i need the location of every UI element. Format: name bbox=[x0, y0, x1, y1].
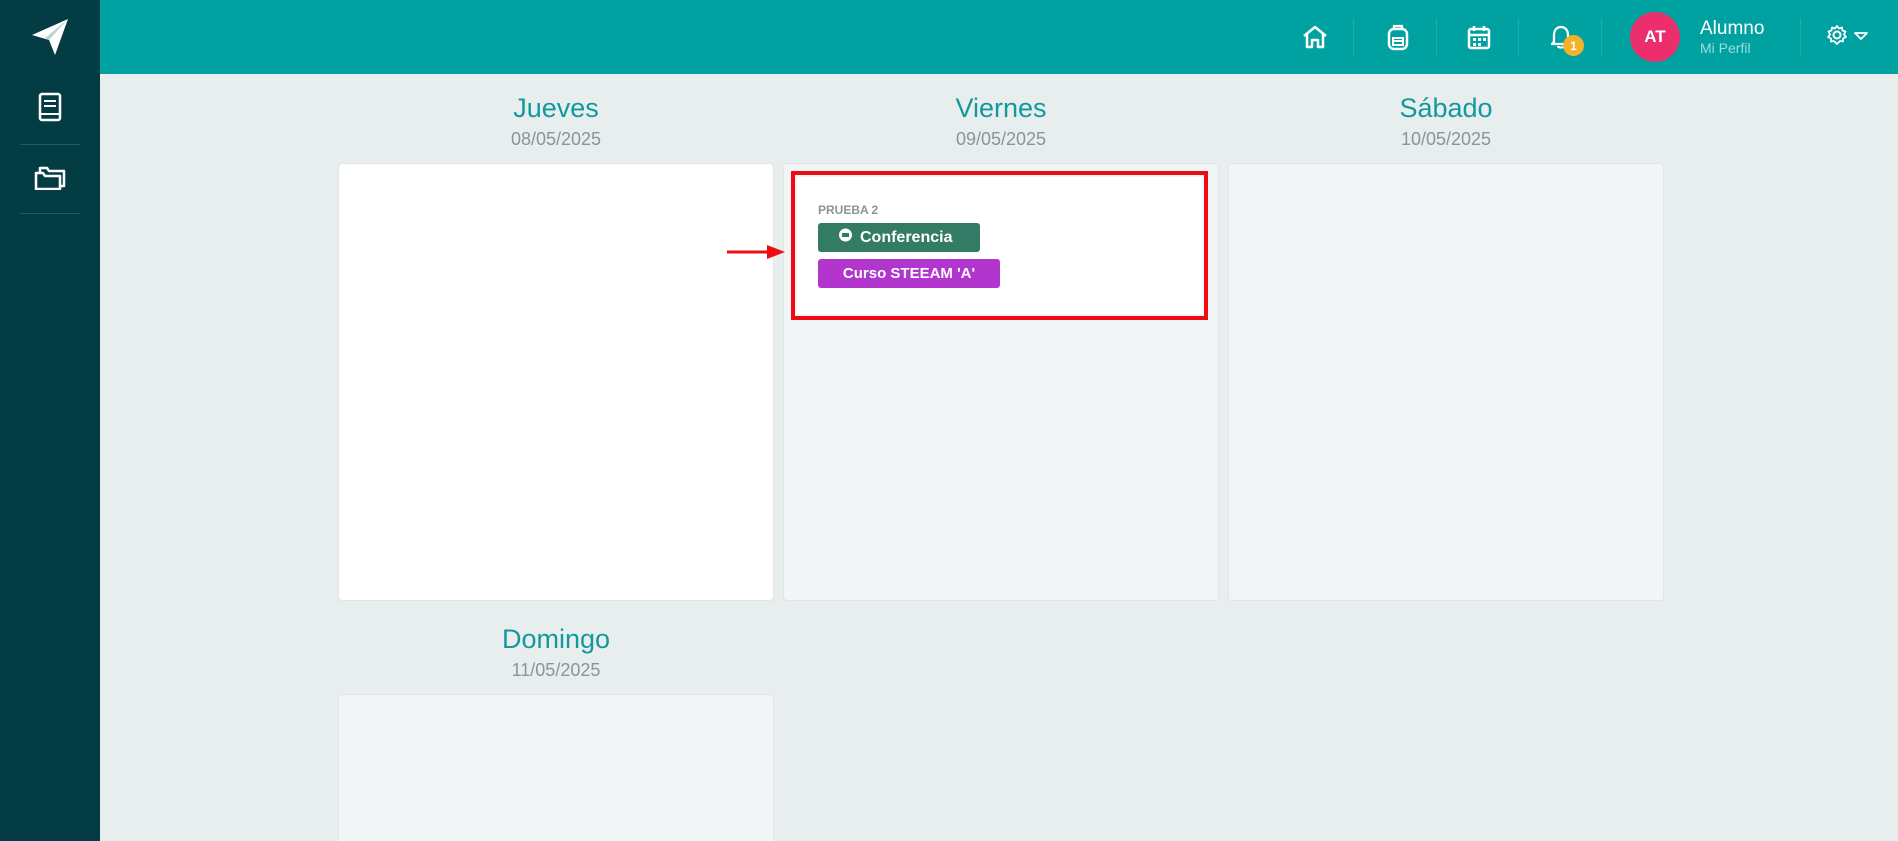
paper-plane-icon[interactable] bbox=[29, 16, 71, 58]
sidebar-item-courses[interactable] bbox=[20, 75, 80, 145]
nav-divider bbox=[1353, 18, 1354, 56]
day-card-sabado[interactable] bbox=[1228, 163, 1664, 601]
sidebar bbox=[0, 0, 100, 841]
top-navbar bbox=[100, 0, 1898, 74]
day-name: Sábado bbox=[1399, 93, 1493, 123]
calendar-icon[interactable] bbox=[1460, 18, 1498, 56]
nav-divider bbox=[1800, 18, 1801, 56]
day-header-sabado: Sábado 10/05/2025 bbox=[1228, 93, 1664, 150]
home-icon[interactable] bbox=[1296, 18, 1334, 56]
backpack-icon[interactable] bbox=[1379, 18, 1417, 56]
day-card-domingo[interactable] bbox=[338, 694, 774, 841]
day-name: Domingo bbox=[501, 624, 611, 654]
nav-divider bbox=[1601, 18, 1602, 56]
nav-divider bbox=[1518, 18, 1519, 56]
day-name: Jueves bbox=[513, 93, 599, 123]
course-tag[interactable]: Curso STEEAM 'A' bbox=[818, 259, 1000, 288]
day-card-jueves[interactable] bbox=[338, 163, 774, 601]
day-header-domingo: Domingo 11/05/2025 bbox=[338, 624, 774, 681]
day-date: 10/05/2025 bbox=[1400, 129, 1492, 149]
book-icon bbox=[37, 92, 63, 127]
gear-icon bbox=[1826, 24, 1848, 51]
caret-down-icon bbox=[1854, 28, 1868, 46]
folders-icon bbox=[33, 162, 67, 195]
settings-menu[interactable] bbox=[1826, 22, 1868, 52]
day-date: 09/05/2025 bbox=[955, 129, 1047, 149]
nav-divider bbox=[1436, 18, 1437, 56]
event-title[interactable]: PRUEBA 2 bbox=[818, 203, 878, 217]
day-date: 11/05/2025 bbox=[511, 660, 601, 680]
sidebar-item-folders[interactable] bbox=[20, 144, 80, 214]
chat-bubble-icon bbox=[838, 228, 853, 248]
day-header-jueves: Jueves 08/05/2025 bbox=[338, 93, 774, 150]
notification-badge: 1 bbox=[1563, 35, 1584, 56]
conference-label: Conferencia bbox=[860, 228, 953, 246]
day-header-viernes: Viernes 09/05/2025 bbox=[783, 93, 1219, 150]
user-name[interactable]: Alumno bbox=[1700, 18, 1764, 40]
day-name: Viernes bbox=[955, 93, 1047, 123]
avatar[interactable]: AT bbox=[1630, 12, 1680, 62]
day-date: 08/05/2025 bbox=[510, 129, 602, 149]
conference-tag[interactable]: Conferencia bbox=[818, 223, 980, 252]
arrow-annotation bbox=[727, 243, 785, 261]
profile-link[interactable]: Mi Perfil bbox=[1700, 40, 1751, 56]
